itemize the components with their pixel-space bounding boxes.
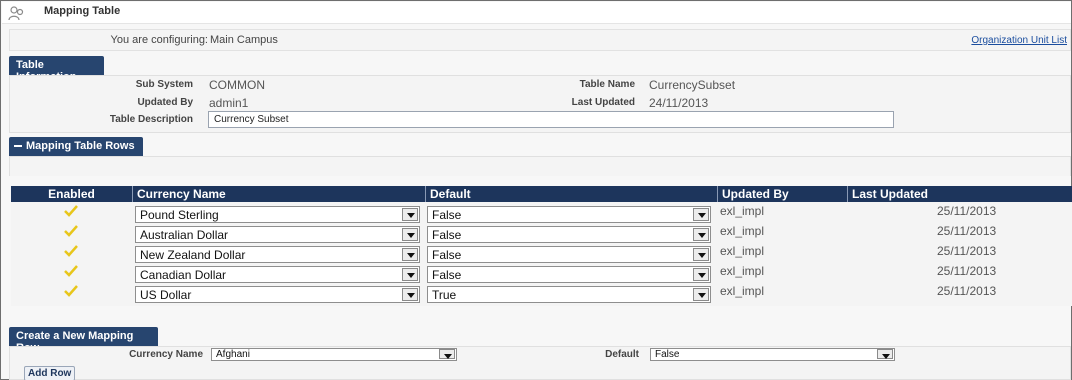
- table-name-label: Table Name: [579, 79, 635, 90]
- currency-name-select[interactable]: Australian Dollar: [135, 226, 420, 243]
- configuring-label: You are configuring:: [110, 34, 208, 46]
- updated-by-cell: exl_impl: [720, 224, 765, 238]
- configuring-bar: You are configuring: Main Campus Organiz…: [9, 29, 1071, 51]
- add-row-button[interactable]: Add Row: [24, 366, 76, 380]
- updated-by-cell: exl_impl: [720, 264, 765, 278]
- updated-by-label: Updated By: [137, 97, 193, 108]
- last-updated-value: 24/11/2013: [649, 96, 709, 110]
- dropdown-arrow-icon[interactable]: [877, 349, 893, 359]
- table-name-value: CurrencySubset: [649, 78, 736, 92]
- currency-name-select[interactable]: Canadian Dollar: [135, 266, 420, 283]
- last-updated-label: Last Updated: [571, 97, 635, 108]
- table-information-header: Table Information: [9, 56, 104, 83]
- minus-icon[interactable]: [14, 145, 22, 148]
- default-select[interactable]: False: [427, 206, 711, 223]
- create-new-mapping-row-header: Create a New Mapping Row: [9, 327, 158, 354]
- dropdown-arrow-icon[interactable]: [693, 228, 709, 241]
- checkmark-icon: [64, 205, 78, 217]
- sub-system-label: Sub System: [135, 79, 193, 90]
- page-title: Mapping Table: [44, 5, 121, 17]
- table-row: Pound Sterling False exl_impl 25/11/2013: [11, 204, 1072, 224]
- currency-name-select[interactable]: Pound Sterling: [135, 206, 420, 223]
- table-row: Canadian Dollar False exl_impl 25/11/201…: [11, 264, 1072, 284]
- sub-system-value: COMMON: [209, 78, 265, 92]
- checkmark-icon: [64, 285, 78, 297]
- mapping-table-window: Mapping Table You are configuring: Main …: [0, 0, 1072, 380]
- organization-unit-list-link[interactable]: Organization Unit List: [971, 35, 1067, 46]
- table-row: Australian Dollar False exl_impl 25/11/2…: [11, 224, 1072, 244]
- default-select[interactable]: True: [427, 286, 711, 303]
- dropdown-arrow-icon[interactable]: [693, 288, 709, 301]
- default-select[interactable]: False: [427, 226, 711, 243]
- create-new-mapping-row-panel: Currency Name Afghani Default False Add …: [9, 346, 1071, 380]
- new-currency-name-label: Currency Name: [129, 349, 203, 360]
- new-currency-name-select[interactable]: Afghani: [211, 348, 457, 361]
- column-header-currency-name[interactable]: Currency Name: [132, 186, 425, 202]
- configuring-value: Main Campus: [210, 34, 278, 46]
- updated-by-value: admin1: [209, 96, 249, 110]
- default-select[interactable]: False: [427, 266, 711, 283]
- currency-name-select[interactable]: US Dollar: [135, 286, 420, 303]
- new-default-select[interactable]: False: [650, 348, 895, 361]
- last-updated-cell: 25/11/2013: [937, 224, 997, 238]
- dropdown-arrow-icon[interactable]: [693, 268, 709, 281]
- dropdown-arrow-icon[interactable]: [402, 288, 418, 301]
- table-row: US Dollar True exl_impl 25/11/2013: [11, 284, 1072, 304]
- currency-name-select[interactable]: New Zealand Dollar: [135, 246, 420, 263]
- people-logo-icon: [8, 6, 24, 21]
- checkmark-icon: [64, 245, 78, 257]
- dropdown-arrow-icon[interactable]: [439, 349, 455, 359]
- mapping-table-rows-title: Mapping Table Rows: [26, 140, 135, 152]
- column-header-enabled[interactable]: Enabled: [11, 186, 132, 202]
- last-updated-cell: 25/11/2013: [937, 264, 997, 278]
- last-updated-cell: 25/11/2013: [937, 204, 997, 218]
- mapping-grid-body: Pound Sterling False exl_impl 25/11/2013…: [11, 202, 1072, 306]
- checkmark-icon: [64, 225, 78, 237]
- last-updated-cell: 25/11/2013: [937, 284, 997, 298]
- dropdown-arrow-icon[interactable]: [402, 248, 418, 261]
- dropdown-arrow-icon[interactable]: [402, 228, 418, 241]
- updated-by-cell: exl_impl: [720, 244, 765, 258]
- dropdown-arrow-icon[interactable]: [693, 248, 709, 261]
- updated-by-cell: exl_impl: [720, 284, 765, 298]
- table-row: New Zealand Dollar False exl_impl 25/11/…: [11, 244, 1072, 264]
- column-header-default[interactable]: Default: [425, 186, 717, 202]
- table-description-label: Table Description: [109, 114, 193, 125]
- title-bar: Mapping Table: [2, 2, 1071, 24]
- updated-by-cell: exl_impl: [720, 204, 765, 218]
- column-header-last-updated[interactable]: Last Updated: [847, 186, 1072, 202]
- default-select[interactable]: False: [427, 246, 711, 263]
- dropdown-arrow-icon[interactable]: [693, 208, 709, 221]
- dropdown-arrow-icon[interactable]: [402, 268, 418, 281]
- mapping-table-rows-header[interactable]: Mapping Table Rows: [9, 137, 143, 156]
- column-header-updated-by[interactable]: Updated By: [717, 186, 847, 202]
- checkmark-icon: [64, 265, 78, 277]
- mapping-table-rows-panel: [9, 156, 1071, 176]
- table-information-panel: Sub System COMMON Updated By admin1 Tabl…: [9, 75, 1071, 133]
- table-description-input[interactable]: [208, 111, 894, 128]
- dropdown-arrow-icon[interactable]: [402, 208, 418, 221]
- mapping-grid-header: Enabled Currency Name Default Updated By…: [11, 186, 1072, 202]
- new-default-label: Default: [605, 349, 639, 360]
- last-updated-cell: 25/11/2013: [937, 244, 997, 258]
